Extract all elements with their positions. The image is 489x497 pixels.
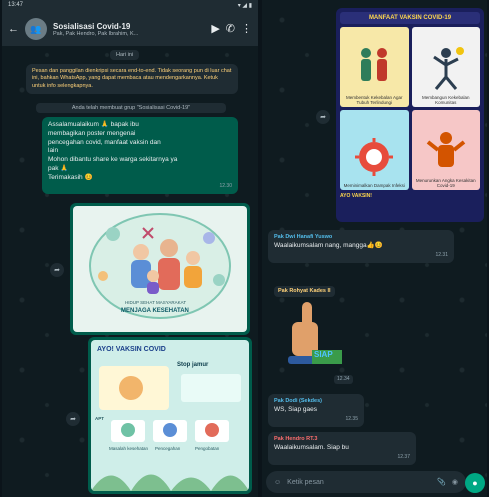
right-chat-screen: ➦ MANFAAT VAKSIN COVID-19 Membentuk Keke… bbox=[262, 0, 487, 497]
back-arrow-icon[interactable]: ← bbox=[8, 23, 19, 35]
infographic-cell: Membangun Kekebalan Komunitas bbox=[411, 27, 480, 107]
poster1-caption: MENJAGA KESEHATAN bbox=[121, 308, 189, 314]
message-time: 12.37 bbox=[397, 454, 410, 461]
poster-image-1[interactable]: MENJAGA KESEHATAN HIDUP SEHAT MASYARAKAT bbox=[70, 203, 250, 335]
thumbs-up-sticker bbox=[288, 302, 342, 364]
poster1-subcaption: HIDUP SEHAT MASYARAKAT bbox=[125, 300, 187, 305]
screenshot-composite: 13:47 ▾ ◢ ▮ ← 👥 Sosialisasi Covid-19 Pak… bbox=[0, 0, 489, 497]
camera-icon[interactable]: ◉ bbox=[452, 478, 458, 486]
poster2-label: Pencegahan bbox=[155, 446, 181, 451]
message-time: 12.35 bbox=[345, 416, 358, 423]
encryption-notice[interactable]: Pesan dan panggilan dienkripsi secara en… bbox=[26, 64, 238, 95]
message-line: Terimakasih 😊 bbox=[48, 173, 93, 181]
message-text: Waalaikumsalam. Siap bu bbox=[274, 444, 349, 452]
infographic-cell-label: Menurunkan Angka Kesakitan Covid-19 bbox=[415, 178, 476, 188]
incoming-sticker-message[interactable]: Pak Rohyat Kades II SIAP 12.34 bbox=[268, 282, 356, 386]
vaccine-benefits-infographic[interactable]: MANFAAT VAKSIN COVID-19 Membentuk Kekeba… bbox=[336, 8, 484, 222]
active-person-icon bbox=[432, 47, 464, 90]
message-line: pak 🙏 bbox=[48, 164, 69, 172]
poster-image-2[interactable]: AYO! VAKSIN COVID Stop jamur APT Masalah… bbox=[88, 337, 252, 494]
menu-icon[interactable]: ⋮ bbox=[241, 23, 252, 35]
incoming-message[interactable]: Pak Dodi (Sekdes) WS, Siap gaes 12.35 bbox=[268, 394, 364, 427]
message-line: Mohon dibantu share ke warga sekitarnya … bbox=[48, 156, 178, 164]
message-line: Assalamualaikum 🙏 bapak ibu bbox=[48, 121, 139, 128]
poster2-label: Masalah kesehatan bbox=[109, 446, 149, 451]
message-sender: Pak Dwi Hanafi Yuswo bbox=[274, 234, 333, 240]
infographic-cell-label: Membentuk Kekebalan Agar Tubuh Terlindun… bbox=[345, 95, 403, 105]
sticker-text: SIAP bbox=[314, 350, 333, 359]
attach-icon[interactable]: 📎 bbox=[437, 478, 446, 486]
infographic-cell: Menurunkan Angka Kesakitan Covid-19 bbox=[411, 110, 480, 190]
incoming-message[interactable]: Pak Hendro RT.3 Waalaikumsalam. Siap bu … bbox=[268, 432, 416, 465]
infographic-cell: Meminimalkan Dampak Infeksi bbox=[340, 110, 409, 190]
message-line: pencegahan covid, manfaat vaksin dan bbox=[48, 138, 161, 146]
message-input-bar[interactable]: ☺ Ketik pesan 📎 ◉ bbox=[266, 471, 466, 493]
message-time: 12.30 bbox=[219, 183, 232, 190]
strong-person-icon bbox=[426, 132, 465, 167]
mic-icon: ● bbox=[472, 478, 478, 488]
infographic-title: MANFAAT VAKSIN COVID-19 bbox=[340, 12, 480, 24]
video-call-icon[interactable]: ▶ bbox=[211, 23, 219, 35]
message-time: 12.34 bbox=[334, 375, 353, 384]
chat-title-block[interactable]: Sosialisasi Covid-19 Pak, Pak Hendro, Pa… bbox=[53, 22, 205, 37]
chat-subtitle: Pak, Pak Hendro, Pak Ibrahim, K... bbox=[53, 30, 139, 37]
message-text: Waalaikumsalam nang, mangga👍😊 bbox=[274, 242, 383, 250]
hygiene-poster: MENJAGA KESEHATAN HIDUP SEHAT MASYARAKAT bbox=[73, 206, 247, 332]
forward-icon[interactable]: ➦ bbox=[50, 263, 64, 277]
outgoing-message[interactable]: Assalamualaikum 🙏 bapak ibu membagikan p… bbox=[42, 117, 238, 195]
people-icon bbox=[361, 48, 388, 81]
status-icons: ▾ ◢ ▮ bbox=[237, 3, 252, 9]
poster2-side-label: APT bbox=[95, 416, 104, 421]
chat-header: ← 👥 Sosialisasi Covid-19 Pak, Pak Hendro… bbox=[2, 12, 258, 46]
date-chip: Hari ini bbox=[110, 50, 140, 60]
left-chat-screen: 13:47 ▾ ◢ ▮ ← 👥 Sosialisasi Covid-19 Pak… bbox=[2, 0, 258, 497]
virus-shield-icon bbox=[355, 138, 394, 176]
poster2-graphics bbox=[91, 366, 249, 491]
emoji-icon[interactable]: ☺ bbox=[274, 479, 281, 486]
status-time: 13:47 bbox=[8, 2, 24, 8]
message-sender: Pak Hendro RT.3 bbox=[274, 436, 318, 442]
status-bar: 13:47 ▾ ◢ ▮ bbox=[2, 0, 258, 12]
group-avatar[interactable]: 👥 bbox=[25, 18, 47, 40]
incoming-message[interactable]: Pak Dwi Hanafi Yuswo Waalaikumsalam nang… bbox=[268, 230, 454, 263]
message-line: membagikan poster mengenai bbox=[48, 129, 136, 137]
message-sender: Pak Dodi (Sekdes) bbox=[274, 398, 322, 404]
message-input[interactable]: Ketik pesan bbox=[287, 479, 431, 486]
chat-title: Sosialisasi Covid-19 bbox=[53, 21, 131, 31]
poster2-label: Pengobatan bbox=[195, 446, 220, 451]
infographic-cell-label: Meminimalkan Dampak Infeksi bbox=[343, 183, 405, 188]
infographic-cell-label: Membangun Kekebalan Komunitas bbox=[421, 95, 470, 105]
forward-icon[interactable]: ➦ bbox=[66, 412, 80, 426]
voice-call-icon[interactable]: ✆ bbox=[226, 23, 235, 35]
message-text: WS, Siap gaes bbox=[274, 406, 317, 414]
infographic-grid: Membentuk Kekebalan Agar Tubuh Terlindun… bbox=[340, 27, 480, 190]
infographic-footer: AYO VAKSIN! bbox=[340, 193, 372, 199]
message-time: 12.31 bbox=[435, 252, 448, 259]
group-created-notice: Anda telah membuat grup "Sosialisasi Cov… bbox=[36, 103, 226, 113]
infographic-cell: Membentuk Kekebalan Agar Tubuh Terlindun… bbox=[340, 27, 409, 107]
vaccine-poster: AYO! VAKSIN COVID Stop jamur APT Masalah… bbox=[91, 340, 249, 491]
message-line: lain bbox=[48, 147, 59, 155]
forward-icon[interactable]: ➦ bbox=[316, 110, 330, 124]
mic-button[interactable]: ● bbox=[465, 473, 485, 493]
